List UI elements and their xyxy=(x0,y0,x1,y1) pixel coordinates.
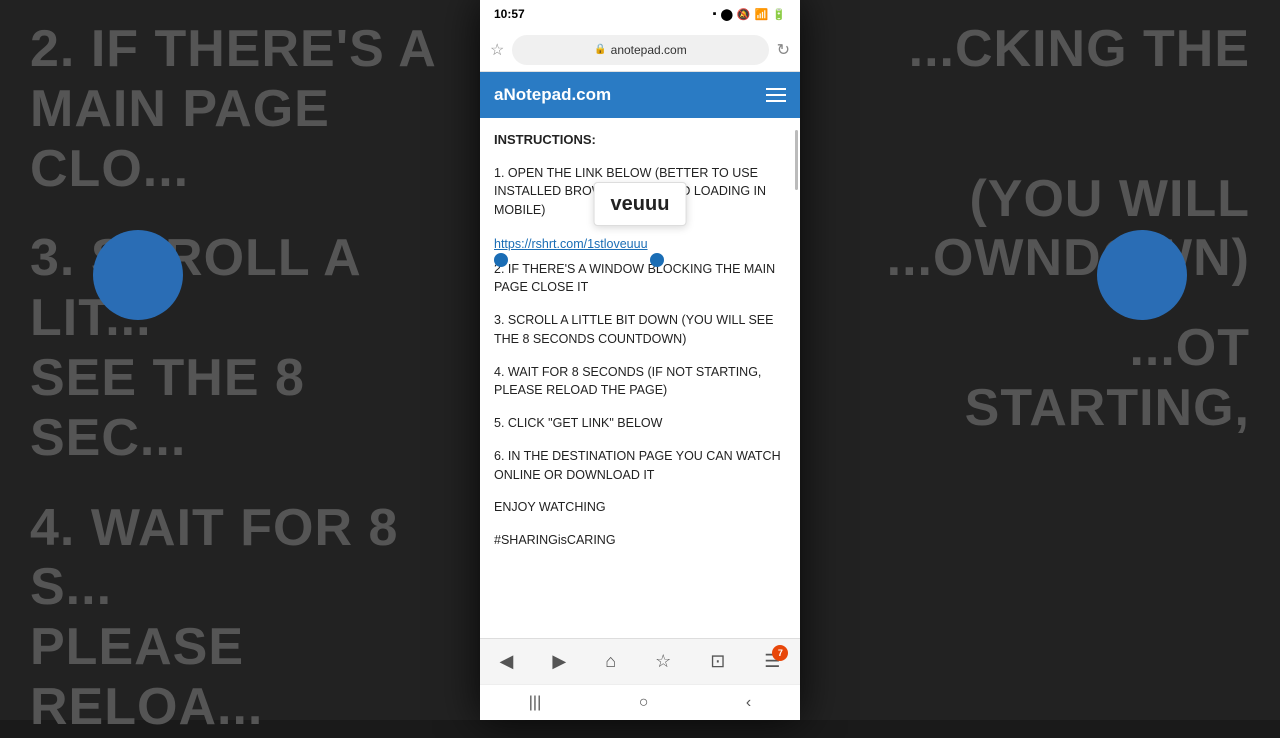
phone-frame: 10:57 ▪ ⬤ 🔕 📶 🔋 ☆ 🔒 anotepad.com ↻ aNote… xyxy=(480,0,800,720)
menu-button[interactable]: ☰ 7 xyxy=(764,651,780,672)
bookmark-star-icon[interactable]: ☆ xyxy=(490,40,504,60)
url-field[interactable]: 🔒 anotepad.com xyxy=(512,35,768,65)
android-home-button[interactable]: ○ xyxy=(639,694,649,712)
home-button[interactable]: ⌂ xyxy=(605,651,616,672)
hashtag-text: #SHARINGisCARING xyxy=(494,531,786,550)
android-menu-button[interactable]: ||| xyxy=(529,694,541,712)
app-title: aNotepad.com xyxy=(494,85,611,105)
status-bar: 10:57 ▪ ⬤ 🔕 📶 🔋 xyxy=(480,0,800,28)
hamburger-menu-button[interactable] xyxy=(766,88,786,102)
favorites-button[interactable]: ☆ xyxy=(655,651,671,672)
back-button[interactable]: ◀ xyxy=(500,651,514,672)
lock-icon: 🔒 xyxy=(594,44,606,55)
blue-circle-right xyxy=(1097,230,1187,320)
mute-icon: 🔕 xyxy=(737,8,751,21)
bg-left-text: 2. IF THERE'S A MAIN PAGE CLO... 3. SCRO… xyxy=(0,0,480,720)
android-back-button[interactable]: ‹ xyxy=(746,694,751,712)
text-selection-tooltip[interactable]: veuuu xyxy=(594,182,687,226)
step-5: 5. CLICK "GET LINK" BELOW xyxy=(494,414,786,433)
tabs-button[interactable]: ⊡ xyxy=(710,651,725,672)
battery-icon: 🔋 xyxy=(772,8,786,21)
menu-badge: 7 xyxy=(772,645,788,661)
record-icon: ⬤ xyxy=(721,8,733,21)
selection-handle-right xyxy=(650,253,664,267)
status-time: 10:57 xyxy=(494,7,525,21)
blue-circle-left xyxy=(93,230,183,320)
wifi-icon: 📶 xyxy=(755,8,769,21)
video-icon: ▪ xyxy=(713,8,717,20)
step-2: 2. IF THERE'S A WINDOW BLOCKING THE MAIN… xyxy=(494,260,786,298)
step-4: 4. WAIT FOR 8 SECONDS (IF NOT STARTING, … xyxy=(494,363,786,401)
step-3: 3. SCROLL A LITTLE BIT DOWN (YOU WILL SE… xyxy=(494,311,786,349)
scrollbar[interactable] xyxy=(795,130,798,190)
app-header: aNotepad.com xyxy=(480,72,800,118)
instructions-label: INSTRUCTIONS: xyxy=(494,130,786,150)
android-system-bar: ||| ○ ‹ xyxy=(480,684,800,720)
forward-button[interactable]: ▶ xyxy=(552,651,566,672)
selection-handle-left xyxy=(494,253,508,267)
browser-bottom-nav: ◀ ▶ ⌂ ☆ ⊡ ☰ 7 xyxy=(480,638,800,684)
bg-right-text: ...CKING THE (YOU WILL ...OWNDOWN) ...OT… xyxy=(800,0,1280,720)
step-6: 6. IN THE DESTINATION PAGE YOU CAN WATCH… xyxy=(494,447,786,485)
refresh-icon[interactable]: ↻ xyxy=(777,40,790,60)
step-1-link[interactable]: https://rshrt.com/1stloveuuu xyxy=(494,237,648,251)
url-text: anotepad.com xyxy=(611,43,687,57)
status-icons: ▪ ⬤ 🔕 📶 🔋 xyxy=(713,8,786,21)
content-area: veuuu INSTRUCTIONS: 1. OPEN THE LINK BEL… xyxy=(480,118,800,638)
enjoy-text: ENJOY WATCHING xyxy=(494,498,786,517)
address-bar[interactable]: ☆ 🔒 anotepad.com ↻ xyxy=(480,28,800,72)
